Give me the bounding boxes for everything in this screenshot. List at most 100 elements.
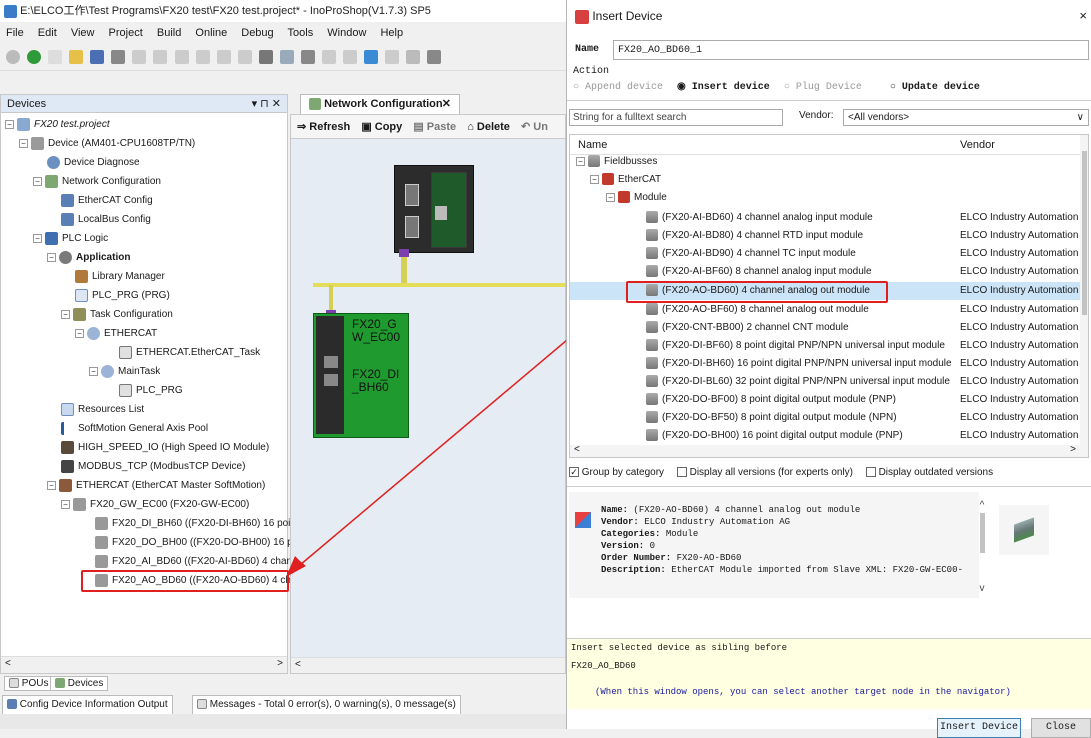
tree-item-ethercat-config[interactable]: EtherCAT Config [61, 191, 153, 210]
back-icon[interactable] [6, 50, 20, 64]
paste-icon[interactable] [216, 50, 231, 64]
plc-controller-graphic[interactable] [394, 165, 474, 253]
run-icon[interactable] [406, 50, 421, 64]
logout-icon[interactable] [385, 50, 400, 64]
column-vendor[interactable]: Vendor [960, 135, 995, 155]
device-row[interactable]: (FX20-AI-BD90) 4 channel TC input module… [570, 245, 1088, 263]
collapse-icon[interactable]: − [576, 156, 585, 166]
device-row[interactable]: (FX20-DI-BF60) 8 point digital PNP/NPN u… [570, 337, 1088, 355]
tree-item-modbus-tcp[interactable]: MODBUS_TCP (ModbusTCP Device) [61, 457, 245, 476]
tree-item-device-diagnose[interactable]: Device Diagnose [47, 153, 140, 172]
paste-button[interactable]: ▤ Paste [413, 121, 456, 133]
tree-item-ethercat-task[interactable]: − ETHERCAT [75, 324, 157, 343]
tree-item-fx20-ai-bd60[interactable]: FX20_AI_BD60 ((FX20-AI-BD60) 4 chann [95, 552, 298, 571]
copy-button[interactable]: ▣ Copy [361, 121, 402, 133]
tree-item-ethercat-task-call[interactable]: ETHERCAT.EtherCAT_Task [119, 343, 260, 362]
scroll-left-icon[interactable]: < [295, 659, 301, 670]
vendor-select[interactable]: <All vendors> ∨ [843, 109, 1089, 126]
collapse-icon[interactable]: − [61, 309, 70, 319]
checkbox-display-all-versions[interactable]: Display all versions (for experts only) [676, 467, 853, 478]
messages-tab[interactable]: Messages - Total 0 error(s), 0 warning(s… [192, 695, 461, 715]
menu-view[interactable]: View [71, 27, 95, 39]
menu-file[interactable]: File [6, 27, 24, 39]
copy-icon[interactable] [195, 50, 210, 64]
panel-controls[interactable]: ▾ ⊓ ✕ [252, 95, 281, 113]
network-config-tab[interactable]: Network Configuration ✕ [300, 94, 460, 114]
menu-tools[interactable]: Tools [288, 27, 314, 39]
save-icon[interactable] [90, 50, 105, 64]
scroll-thumb[interactable] [979, 513, 985, 553]
info-scrollbar[interactable]: ^ v [975, 500, 989, 596]
refresh-button[interactable]: ⇒ Refresh [297, 121, 350, 133]
devices-hscrollbar[interactable]: < > [1, 656, 287, 673]
login-icon[interactable] [364, 50, 379, 64]
device-row[interactable]: (FX20-AI-BD60) 4 channel analog input mo… [570, 209, 1088, 227]
tree-item-plc-prg[interactable]: PLC_PRG (PRG) [75, 286, 170, 305]
object-icon[interactable] [321, 50, 336, 64]
scroll-right-icon[interactable]: > [277, 658, 283, 669]
delete-button[interactable]: ⌂ Delete [467, 121, 510, 133]
device-row[interactable]: (FX20-AO-BF60) 8 channel analog out modu… [570, 301, 1088, 319]
cut-icon[interactable] [174, 50, 189, 64]
tree-item-resources-list[interactable]: Resources List [61, 400, 144, 419]
tree-item-library-manager[interactable]: Library Manager [75, 267, 165, 286]
menu-debug[interactable]: Debug [241, 27, 273, 39]
network-hscrollbar[interactable]: < [291, 657, 565, 673]
collapse-icon[interactable]: − [33, 233, 42, 243]
menu-window[interactable]: Window [327, 27, 366, 39]
checkbox-display-outdated[interactable]: Display outdated versions [865, 467, 993, 478]
tree-item-task-configuration[interactable]: − Task Configuration [61, 305, 173, 324]
scroll-up-icon[interactable]: ^ [975, 500, 989, 511]
scroll-left-icon[interactable]: < [5, 658, 11, 669]
collapse-icon[interactable]: − [47, 252, 56, 262]
open-folder-icon[interactable] [69, 50, 84, 64]
menu-online[interactable]: Online [195, 27, 227, 39]
device-row[interactable]: (FX20-AI-BF60) 8 channel analog input mo… [570, 263, 1088, 281]
list-vscrollbar[interactable] [1080, 135, 1088, 445]
tree-item-fx20-di-bh60[interactable]: FX20_DI_BH60 ((FX20-DI-BH60) 16 point [95, 514, 299, 533]
tree-item-fx20-do-bh00[interactable]: FX20_DO_BH00 ((FX20-DO-BH00) 16 poi [95, 533, 300, 552]
layout-icon[interactable] [343, 50, 357, 64]
tab-devices[interactable]: Devices [50, 676, 109, 691]
tree-module[interactable]: − Module [570, 189, 1088, 207]
tree-item-maintask-plc-prg[interactable]: PLC_PRG [119, 381, 183, 400]
tree-item-application[interactable]: − Application [47, 248, 130, 267]
fx20-module-graphic[interactable]: FX20_G W_EC00 FX20_DI _BH60 [313, 313, 409, 438]
dialog-close-button[interactable]: × [1079, 0, 1087, 32]
radio-plug-device[interactable]: ○ Plug Device [784, 82, 862, 93]
tree-item-softmotion[interactable]: SoftMotion General Axis Pool [61, 419, 208, 438]
list-hscrollbar[interactable]: < > [570, 444, 1088, 457]
collapse-icon[interactable]: − [47, 480, 56, 490]
collapse-icon[interactable]: − [19, 138, 28, 148]
build-icon[interactable] [300, 50, 315, 64]
undo-button[interactable]: ↶ Un [521, 121, 548, 133]
device-row[interactable]: (FX20-DO-BF50) 8 point digital output mo… [570, 409, 1088, 427]
menu-edit[interactable]: Edit [38, 27, 57, 39]
device-row[interactable]: (FX20-AI-BD80) 4 channel RTD input modul… [570, 227, 1088, 245]
collapse-icon[interactable]: − [590, 174, 599, 184]
tree-fieldbusses[interactable]: − Fieldbusses [570, 153, 1088, 171]
tree-item-plc-logic[interactable]: − PLC Logic [33, 229, 108, 248]
column-name[interactable]: Name [578, 135, 607, 155]
device-row[interactable]: (FX20-DI-BH60) 16 point digital PNP/NPN … [570, 355, 1088, 373]
radio-update-device[interactable]: ○ Update device [890, 82, 980, 93]
menu-help[interactable]: Help [380, 27, 403, 39]
forward-icon[interactable] [27, 50, 42, 64]
radio-insert-device[interactable]: ◉ Insert device [677, 82, 770, 93]
tree-item-network-configuration[interactable]: − Network Configuration [33, 172, 161, 191]
find-icon[interactable] [258, 50, 273, 64]
scroll-down-icon[interactable]: v [975, 583, 989, 594]
close-tab-icon[interactable]: ✕ [442, 95, 451, 114]
insert-device-button[interactable]: Insert Device [937, 718, 1021, 738]
collapse-icon[interactable]: − [33, 176, 42, 186]
tree-item-high-speed-io[interactable]: HIGH_SPEED_IO (High Speed IO Module) [61, 438, 269, 457]
print-icon[interactable] [111, 50, 126, 64]
new-file-icon[interactable] [48, 50, 63, 64]
collapse-icon[interactable]: − [5, 119, 14, 129]
scroll-right-icon[interactable]: > [1070, 444, 1076, 455]
close-button[interactable]: Close [1031, 718, 1091, 738]
tree-ethercat[interactable]: − EtherCAT [570, 171, 1088, 189]
replace-icon[interactable] [279, 50, 294, 64]
scroll-thumb[interactable] [1082, 151, 1087, 315]
menu-project[interactable]: Project [109, 27, 143, 39]
